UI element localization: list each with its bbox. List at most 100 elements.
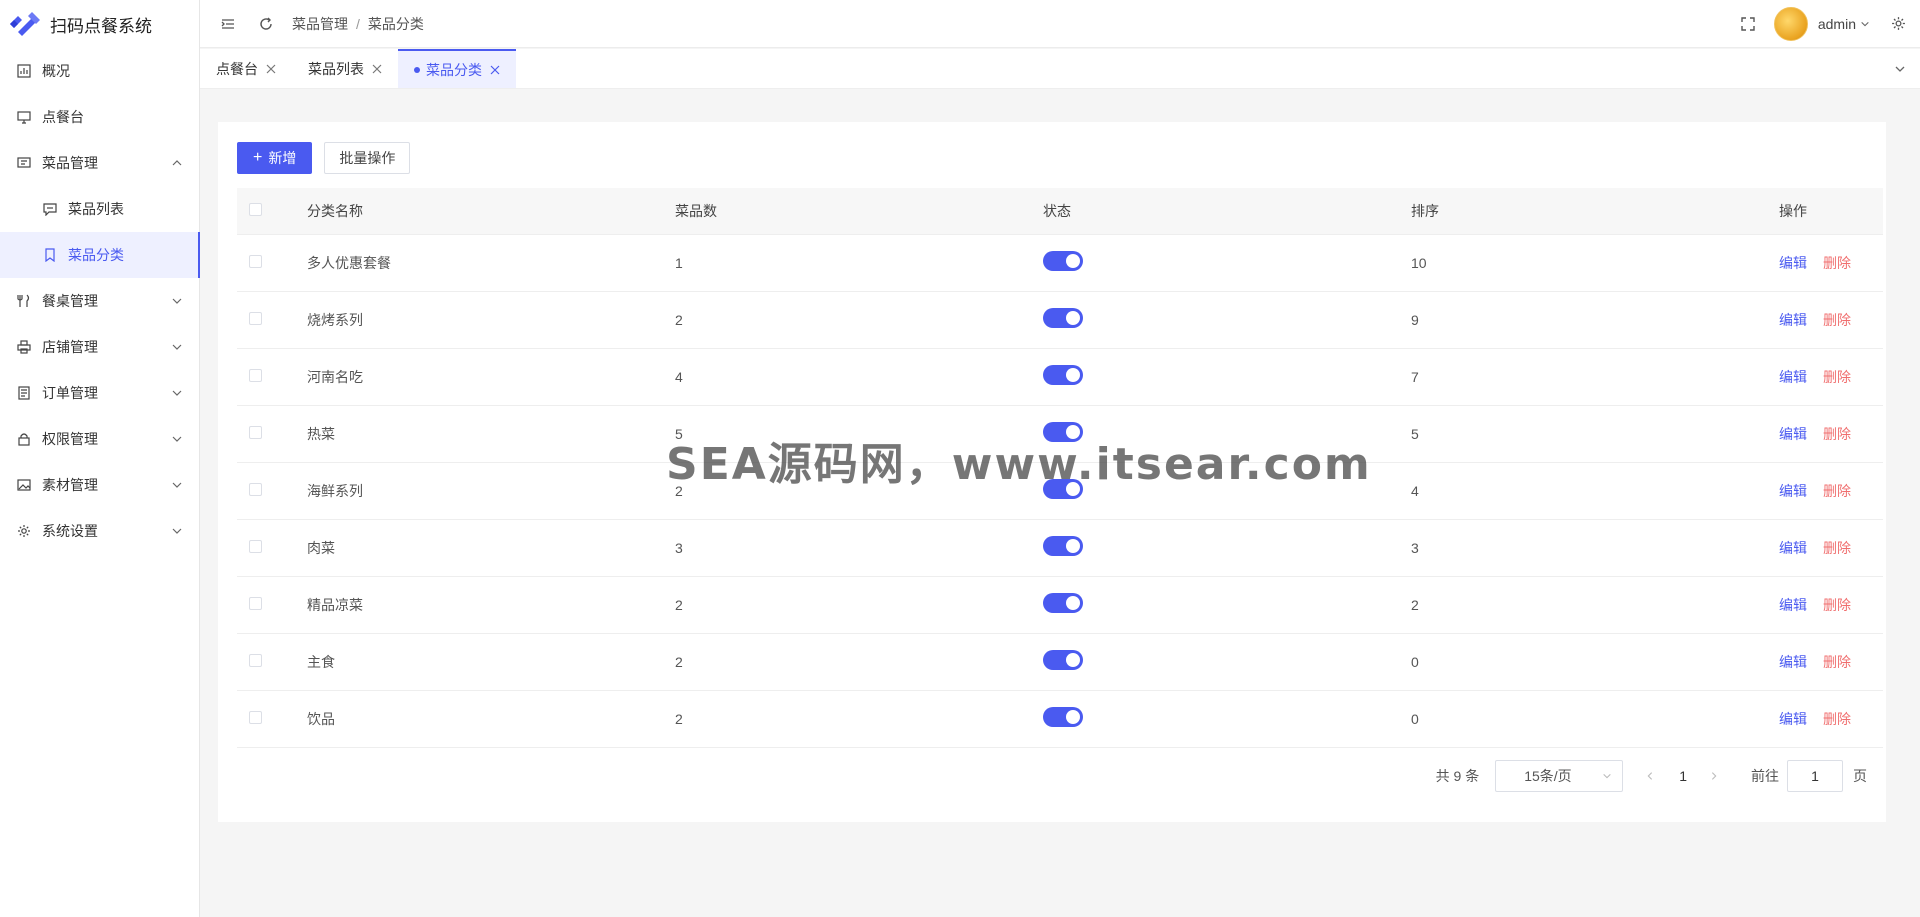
document-icon [16, 385, 32, 401]
edit-link[interactable]: 编辑 [1779, 426, 1807, 442]
column-header-name: 分类名称 [307, 188, 675, 235]
status-toggle[interactable] [1043, 536, 1083, 556]
edit-link[interactable]: 编辑 [1779, 369, 1807, 385]
delete-link[interactable]: 删除 [1823, 483, 1851, 499]
status-toggle[interactable] [1043, 365, 1083, 385]
category-name: 精品凉菜 [307, 596, 363, 613]
row-checkbox[interactable] [249, 425, 262, 439]
tab-label: 菜品列表 [308, 60, 364, 77]
dish-count: 2 [675, 710, 683, 727]
bookmark-icon [42, 247, 58, 263]
lock-icon [16, 431, 32, 447]
goto-page-input[interactable] [1787, 760, 1843, 792]
sidebar-item-ordering[interactable]: 点餐台 [0, 94, 199, 140]
close-icon[interactable] [490, 65, 500, 75]
sidebar-item-store-management[interactable]: 店铺管理 [0, 324, 199, 370]
select-all-checkbox[interactable] [249, 202, 262, 216]
user-menu[interactable]: admin [1818, 16, 1870, 32]
row-checkbox[interactable] [249, 254, 262, 268]
tab-dish-list[interactable]: 菜品列表 [292, 49, 398, 88]
delete-link[interactable]: 删除 [1823, 597, 1851, 613]
sidebar-item-label: 订单管理 [42, 385, 98, 401]
gear-icon [16, 523, 32, 539]
row-checkbox[interactable] [249, 311, 262, 325]
settings-gear-icon[interactable] [1888, 14, 1908, 34]
edit-link[interactable]: 编辑 [1779, 597, 1807, 613]
avatar[interactable] [1773, 6, 1808, 41]
edit-link[interactable]: 编辑 [1779, 711, 1807, 727]
sort-value: 2 [1411, 596, 1419, 613]
sidebar-item-table-management[interactable]: 餐桌管理 [0, 278, 199, 324]
delete-link[interactable]: 删除 [1823, 654, 1851, 670]
row-checkbox[interactable] [249, 368, 262, 382]
row-checkbox[interactable] [249, 596, 262, 610]
chevron-right-icon [1711, 772, 1717, 780]
category-name: 河南名吃 [307, 368, 363, 385]
chevron-down-icon [172, 482, 182, 488]
sidebar-item-label: 餐桌管理 [42, 293, 98, 309]
dish-count: 4 [675, 368, 683, 385]
row-checkbox[interactable] [249, 539, 262, 553]
sidebar-item-dish-management[interactable]: 菜品管理 [0, 140, 199, 186]
chevron-up-icon [172, 160, 182, 166]
page-size-select[interactable]: 15条/页 [1495, 760, 1624, 792]
status-toggle[interactable] [1043, 422, 1083, 442]
chevron-down-icon [1861, 21, 1869, 26]
sidebar-item-overview[interactable]: 概况 [0, 48, 199, 94]
status-toggle[interactable] [1043, 308, 1083, 328]
prev-page-button[interactable] [1645, 771, 1655, 781]
breadcrumb-item[interactable]: 菜品管理 [292, 14, 348, 34]
delete-link[interactable]: 删除 [1823, 426, 1851, 442]
edit-link[interactable]: 编辑 [1779, 540, 1807, 556]
batch-operation-button[interactable]: 批量操作 [324, 142, 411, 174]
tab-label: 菜品分类 [426, 61, 482, 78]
fullscreen-icon[interactable] [1738, 14, 1758, 34]
delete-link[interactable]: 删除 [1823, 255, 1851, 271]
app-title: 扫码点餐系统 [50, 16, 152, 36]
close-icon[interactable] [372, 64, 382, 74]
sidebar-item-dish-category[interactable]: 菜品分类 [0, 232, 200, 278]
edit-link[interactable]: 编辑 [1779, 312, 1807, 328]
category-name: 热菜 [307, 425, 335, 442]
add-button[interactable]: + 新增 [237, 142, 313, 174]
table-row: 热菜 5 5 编辑 删除 [237, 405, 1883, 462]
status-toggle[interactable] [1043, 251, 1083, 271]
row-checkbox[interactable] [249, 653, 262, 667]
row-checkbox[interactable] [249, 710, 262, 724]
logo[interactable]: 扫码点餐系统 [0, 0, 199, 48]
status-toggle[interactable] [1043, 650, 1083, 670]
tab-dish-category[interactable]: 菜品分类 [398, 49, 516, 88]
edit-link[interactable]: 编辑 [1779, 483, 1807, 499]
delete-link[interactable]: 删除 [1823, 540, 1851, 556]
sidebar-item-order-management[interactable]: 订单管理 [0, 370, 199, 416]
row-checkbox[interactable] [249, 482, 262, 496]
sort-value: 0 [1411, 653, 1419, 670]
edit-link[interactable]: 编辑 [1779, 654, 1807, 670]
tabs-more-dropdown[interactable] [1880, 49, 1920, 88]
refresh-icon[interactable] [256, 14, 276, 34]
column-header-count: 菜品数 [675, 188, 1043, 235]
tab-ordering[interactable]: 点餐台 [200, 49, 292, 88]
delete-link[interactable]: 删除 [1823, 369, 1851, 385]
status-toggle[interactable] [1043, 479, 1083, 499]
delete-link[interactable]: 删除 [1823, 312, 1851, 328]
dish-count: 2 [675, 482, 683, 499]
status-toggle[interactable] [1043, 593, 1083, 613]
next-page-button[interactable] [1709, 771, 1719, 781]
image-icon [16, 477, 32, 493]
sidebar-item-media-management[interactable]: 素材管理 [0, 462, 199, 508]
sidebar-item-system-settings[interactable]: 系统设置 [0, 508, 199, 554]
page-number-current[interactable]: 1 [1679, 768, 1687, 784]
sidebar-item-dish-list[interactable]: 菜品列表 [0, 186, 199, 232]
menu-collapse-icon[interactable] [218, 14, 238, 34]
sidebar-item-permission-management[interactable]: 权限管理 [0, 416, 199, 462]
delete-link[interactable]: 删除 [1823, 711, 1851, 727]
close-icon[interactable] [266, 64, 276, 74]
breadcrumb: 菜品管理 / 菜品分类 [292, 14, 424, 34]
monitor-icon [16, 109, 32, 125]
table-row: 饮品 2 0 编辑 删除 [237, 690, 1883, 747]
chevron-down-icon [172, 436, 182, 442]
status-toggle[interactable] [1043, 707, 1083, 727]
edit-link[interactable]: 编辑 [1779, 255, 1807, 271]
chevron-down-icon [172, 344, 182, 350]
